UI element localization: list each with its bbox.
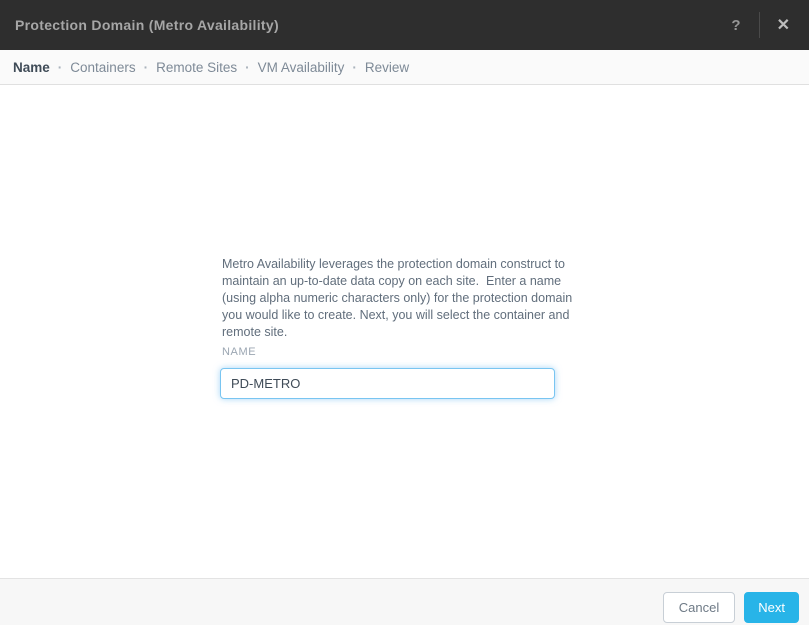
protection-domain-dialog: Protection Domain (Metro Availability) ?… bbox=[0, 0, 809, 625]
dialog-title: Protection Domain (Metro Availability) bbox=[15, 17, 279, 33]
step-separator: · bbox=[143, 59, 149, 75]
name-input[interactable] bbox=[220, 368, 555, 399]
next-button[interactable]: Next bbox=[744, 591, 799, 623]
titlebar-actions: ? ✕ bbox=[725, 12, 795, 38]
step-review[interactable]: Review bbox=[365, 60, 409, 75]
help-icon[interactable]: ? bbox=[725, 15, 746, 36]
step-separator: · bbox=[352, 59, 357, 75]
close-icon[interactable]: ✕ bbox=[772, 13, 795, 37]
step-name[interactable]: Name bbox=[13, 60, 50, 75]
step-remote-sites[interactable]: Remote Sites bbox=[156, 60, 237, 75]
step-vm-availability[interactable]: VM Availability bbox=[258, 60, 345, 75]
step-separator: · bbox=[245, 59, 250, 75]
dialog-body: Metro Availability leverages the protect… bbox=[0, 85, 809, 578]
description-text: Metro Availability leverages the protect… bbox=[222, 257, 576, 339]
cancel-button[interactable]: Cancel bbox=[662, 591, 736, 623]
name-field-label: NAME bbox=[222, 346, 257, 358]
step-separator: · bbox=[57, 59, 63, 75]
dialog-titlebar: Protection Domain (Metro Availability) ?… bbox=[0, 0, 809, 50]
dialog-footer: Cancel Next bbox=[0, 578, 809, 625]
titlebar-divider bbox=[758, 12, 760, 38]
step-containers[interactable]: Containers bbox=[70, 60, 135, 75]
wizard-steps: Name · Containers · Remote Sites · VM Av… bbox=[0, 50, 809, 85]
